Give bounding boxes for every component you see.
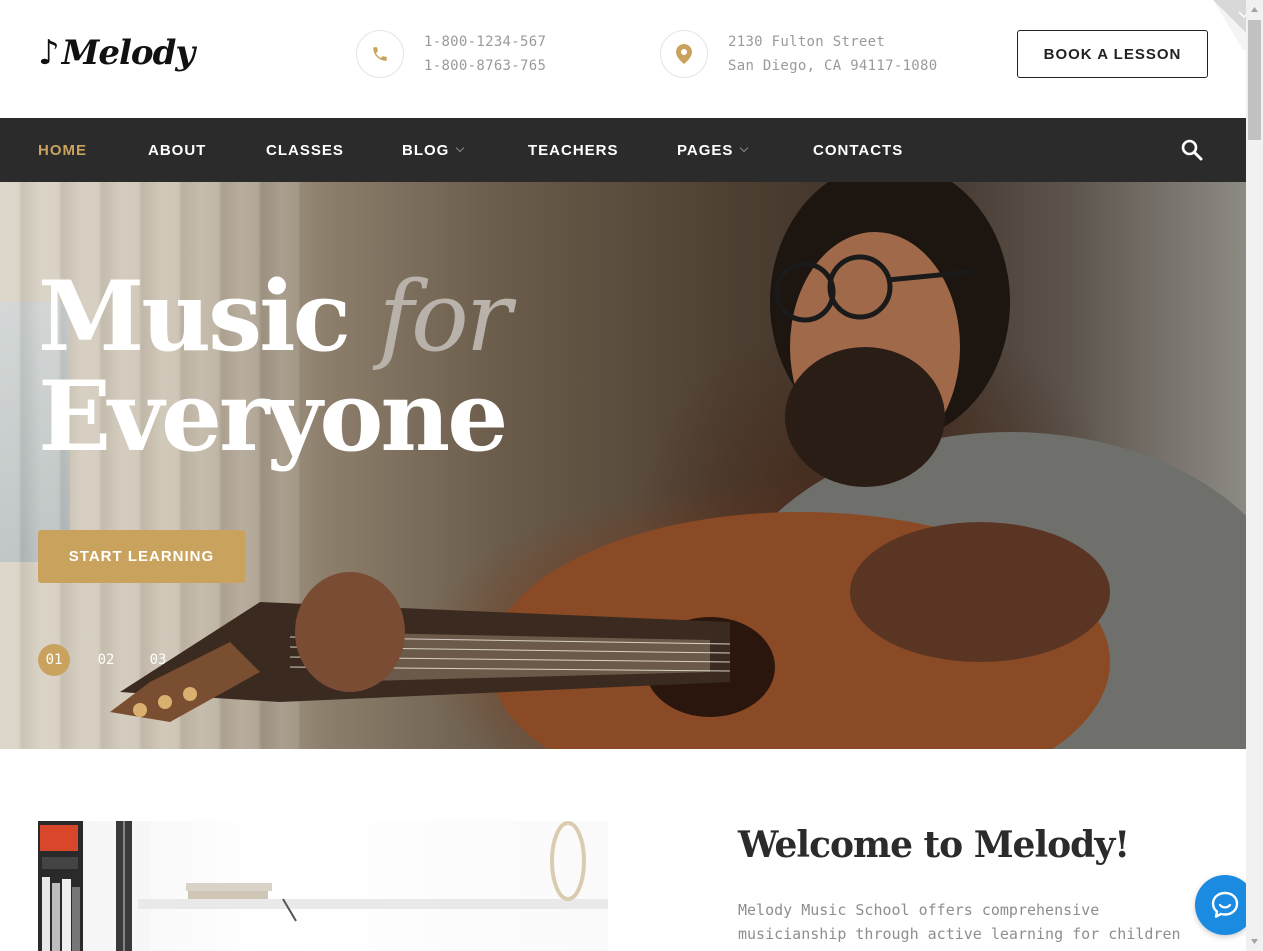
nav-teachers[interactable]: TEACHERS xyxy=(528,118,619,182)
start-learning-button[interactable]: START LEARNING xyxy=(38,530,245,583)
music-note-icon: ♪ xyxy=(38,33,60,73)
phone-line-2[interactable]: 1-800-8763-765 xyxy=(424,54,546,78)
search-icon[interactable] xyxy=(1180,138,1204,162)
nav-contacts[interactable]: CONTACTS xyxy=(813,118,903,182)
address-line-2: San Diego, CA 94117-1080 xyxy=(728,58,938,74)
nav-about[interactable]: ABOUT xyxy=(148,118,206,182)
chevron-down-icon xyxy=(456,143,465,152)
phone-line-1[interactable]: 1-800-1234-567 xyxy=(424,30,546,54)
welcome-title: Welcome to Melody! xyxy=(738,824,1130,866)
nav-about-label: ABOUT xyxy=(148,141,207,159)
slider-pagination: 01 02 03 xyxy=(38,644,194,676)
chevron-down-icon xyxy=(740,143,749,152)
welcome-text: Melody Music School offers comprehensive… xyxy=(738,901,1181,951)
nav-blog[interactable]: BLOG xyxy=(402,118,465,182)
book-lesson-button[interactable]: BOOK A LESSON xyxy=(1017,30,1208,78)
phone-icon xyxy=(356,30,404,78)
hero-title-line2: Everyone xyxy=(38,360,508,473)
site-header: ♪ Melody 1-800-1234-567 1-800-8763-765 2… xyxy=(0,0,1246,118)
location-pin-icon xyxy=(660,30,708,78)
hero-title-accent: for xyxy=(378,261,511,373)
scroll-down-icon[interactable] xyxy=(1248,934,1261,948)
page-scrollbar[interactable] xyxy=(1246,0,1263,951)
scrollbar-thumb[interactable] xyxy=(1248,20,1261,140)
address-line-1: 2130 Fulton Street xyxy=(728,34,886,50)
nav-teachers-label: TEACHERS xyxy=(528,141,619,159)
hero-title-word: Music xyxy=(38,260,351,373)
slide-dot-2[interactable]: 02 xyxy=(90,644,122,676)
scroll-up-icon[interactable] xyxy=(1248,3,1261,17)
slide-dot-1[interactable]: 01 xyxy=(38,644,70,676)
nav-contacts-label: CONTACTS xyxy=(813,141,904,159)
site-logo[interactable]: ♪ Melody xyxy=(38,28,195,78)
main-nav: HOME ABOUT CLASSES BLOG TEACHERS PAGES C… xyxy=(0,118,1246,182)
nav-pages[interactable]: PAGES xyxy=(677,118,749,182)
nav-classes-label: CLASSES xyxy=(266,141,344,159)
slide-dot-3[interactable]: 03 xyxy=(142,644,174,676)
logo-text: Melody xyxy=(61,33,195,73)
nav-home-label: HOME xyxy=(38,141,87,159)
hero-title: Music for Everyone xyxy=(38,267,512,473)
nav-home[interactable]: HOME xyxy=(38,118,87,182)
address-contact: 2130 Fulton Street San Diego, CA 94117-1… xyxy=(660,30,938,78)
nav-classes[interactable]: CLASSES xyxy=(266,118,344,182)
welcome-image xyxy=(38,821,608,951)
hero-guitar-image xyxy=(110,512,1246,749)
phone-contact: 1-800-1234-567 1-800-8763-765 xyxy=(356,30,546,78)
hero-slider: Music for Everyone START LEARNING 01 02 … xyxy=(0,182,1246,749)
nav-pages-label: PAGES xyxy=(677,141,734,159)
nav-blog-label: BLOG xyxy=(402,141,450,159)
